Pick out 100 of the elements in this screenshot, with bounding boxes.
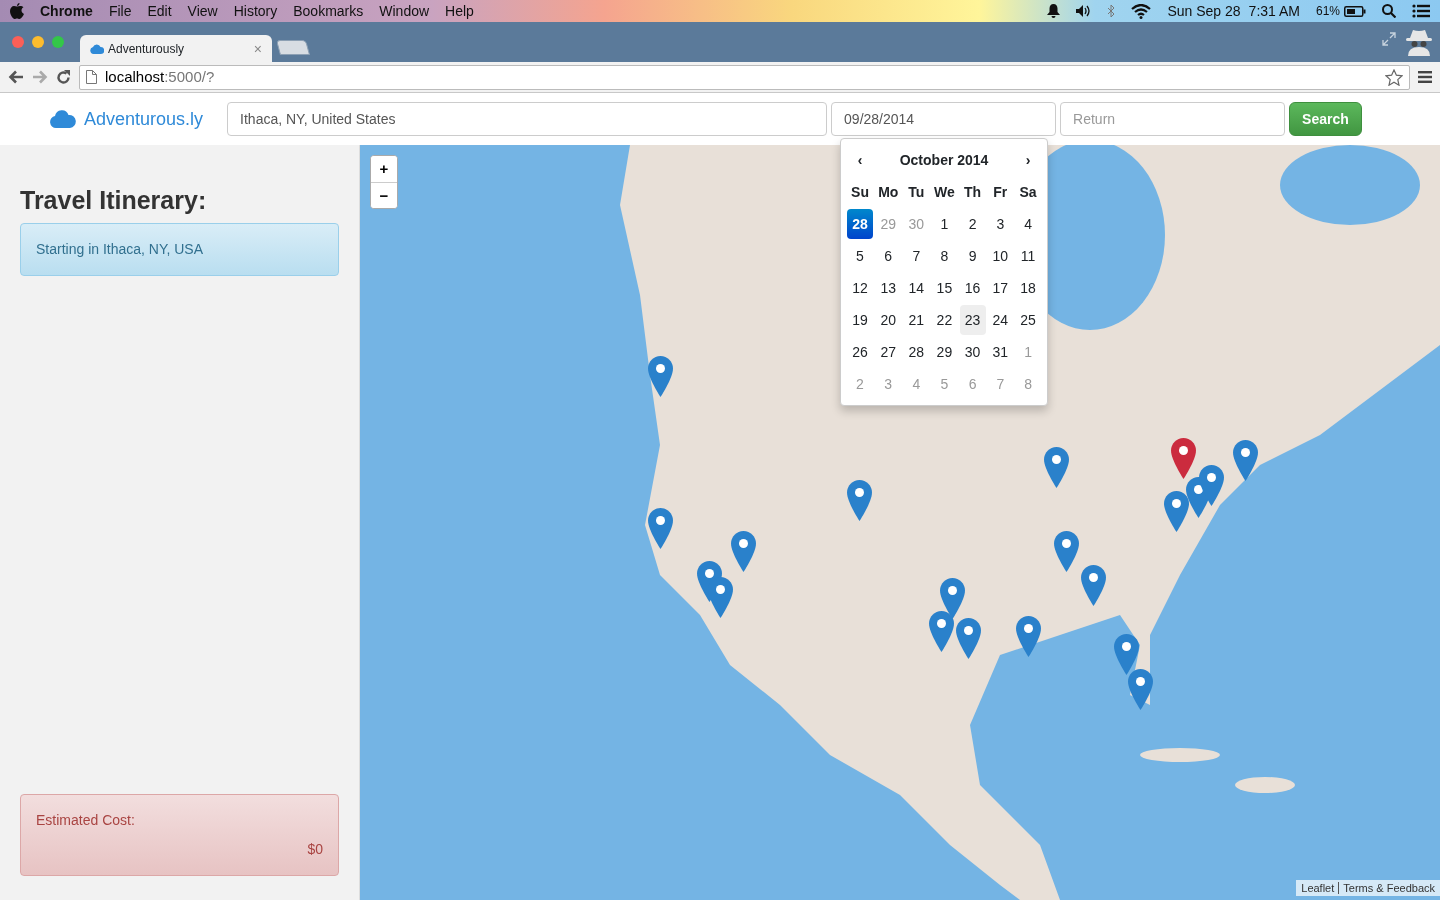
map-pin-icon[interactable]: [847, 480, 872, 521]
itinerary-item: Starting in Ithaca, NY, USA: [20, 223, 339, 276]
tab-title: Adventurously: [108, 40, 185, 58]
attribution-link[interactable]: Terms & Feedback: [1343, 879, 1435, 896]
calendar-day[interactable]: 26: [847, 337, 873, 367]
calendar-day[interactable]: 19: [847, 305, 873, 335]
calendar-day[interactable]: 27: [875, 337, 902, 367]
calendar-day[interactable]: 18: [1015, 273, 1041, 303]
month-title[interactable]: October 2014: [875, 145, 1014, 175]
calendar-day[interactable]: 31: [987, 337, 1014, 367]
weekday-label: We: [933, 182, 956, 202]
map-pin-icon[interactable]: [708, 577, 733, 618]
cloud-icon: [90, 43, 104, 54]
calendar-day[interactable]: 24: [987, 305, 1014, 335]
calendar-day[interactable]: 8: [931, 241, 958, 271]
back-icon[interactable]: [8, 70, 24, 84]
map-pin-icon[interactable]: [1044, 447, 1069, 488]
weekday-label: Fr: [992, 182, 1009, 202]
map-pin-icon[interactable]: [1199, 465, 1224, 506]
calendar-day[interactable]: 14: [903, 273, 930, 303]
weekday-label: Mo: [877, 182, 900, 202]
cost-label: Estimated Cost:: [36, 811, 136, 830]
calendar-day[interactable]: 5: [847, 241, 873, 271]
map-pin-icon[interactable]: [1233, 440, 1258, 481]
menu-item[interactable]: Edit: [147, 0, 172, 22]
calendar-day[interactable]: 3: [987, 209, 1014, 239]
map-pin-icon[interactable]: [1128, 669, 1153, 710]
calendar-day[interactable]: 25: [1015, 305, 1041, 335]
calendar-day[interactable]: 21: [903, 305, 930, 335]
address-bar[interactable]: localhost:5000/?: [79, 64, 1410, 90]
speaker-icon[interactable]: [1076, 5, 1092, 17]
menu-item[interactable]: Window: [379, 0, 430, 22]
battery-icon[interactable]: [1344, 5, 1366, 17]
calendar-day[interactable]: 2: [959, 209, 986, 239]
map-pin-icon[interactable]: [929, 611, 954, 652]
new-tab-button[interactable]: [276, 40, 310, 55]
attribution-link[interactable]: Leaflet: [1301, 879, 1335, 896]
origin-field[interactable]: Ithaca, NY, United States: [227, 102, 828, 136]
bluetooth-icon[interactable]: [1107, 4, 1116, 18]
calendar-day[interactable]: 22: [931, 305, 958, 335]
calendar-day[interactable]: 30: [959, 337, 986, 367]
calendar-day[interactable]: 12: [847, 273, 873, 303]
brand-link[interactable]: Adventurous.ly: [84, 105, 204, 133]
calendar-day[interactable]: 23: [959, 305, 986, 335]
bell-icon[interactable]: [1047, 4, 1061, 18]
time-text: 7:31 AM: [1248, 1, 1300, 21]
return-date-field[interactable]: Return: [1060, 102, 1286, 136]
menu-item[interactable]: History: [233, 0, 278, 22]
menu-item[interactable]: Help: [445, 0, 474, 22]
calendar-day[interactable]: 7: [903, 241, 930, 271]
calendar-day[interactable]: 17: [987, 273, 1014, 303]
calendar-day[interactable]: 28: [847, 209, 873, 239]
list-icon[interactable]: [1412, 4, 1430, 18]
calendar-day[interactable]: 1: [931, 209, 958, 239]
url-text: localhost:5000/?: [105, 66, 215, 87]
calendar-day[interactable]: 11: [1015, 241, 1041, 271]
map-pin-icon[interactable]: [1164, 491, 1189, 532]
reload-icon[interactable]: [56, 69, 71, 85]
calendar-day[interactable]: 4: [1015, 209, 1041, 239]
weekday-label: Sa: [1018, 182, 1038, 202]
map-pin-icon[interactable]: [1054, 531, 1079, 572]
next-month-button[interactable]: ›: [1015, 145, 1041, 175]
map-pin-icon[interactable]: [1016, 616, 1041, 657]
sidebar-title: Travel Itinerary:: [20, 185, 208, 215]
battery-percent: 61%: [1315, 3, 1340, 20]
star-icon[interactable]: [1385, 68, 1403, 86]
calendar-day[interactable]: 13: [875, 273, 902, 303]
calendar-day[interactable]: 28: [903, 337, 930, 367]
menu-item[interactable]: View: [187, 0, 218, 22]
map-pin-icon[interactable]: [648, 508, 673, 549]
menu-item[interactable]: File: [108, 0, 132, 22]
browser-tab[interactable]: Adventurously ×: [80, 35, 272, 62]
map-pin-icon[interactable]: [731, 531, 756, 572]
map-pin-icon[interactable]: [648, 356, 673, 397]
calendar-day[interactable]: 15: [931, 273, 958, 303]
calendar-day[interactable]: 10: [987, 241, 1014, 271]
menu-item[interactable]: Bookmarks: [293, 0, 364, 22]
forward-icon[interactable]: [32, 70, 48, 84]
map-pin-icon[interactable]: [1081, 565, 1106, 606]
wifi-icon[interactable]: [1131, 3, 1152, 19]
calendar-day[interactable]: 20: [875, 305, 902, 335]
cloud-icon: [50, 110, 76, 128]
search-icon[interactable]: [1382, 4, 1396, 18]
calendar-day[interactable]: 6: [875, 241, 902, 271]
prev-month-button[interactable]: ‹: [847, 145, 873, 175]
calendar-day[interactable]: 16: [959, 273, 986, 303]
minimize-window-button[interactable]: [32, 36, 44, 48]
map-pin-icon[interactable]: [1114, 634, 1139, 675]
zoom-out-button[interactable]: −: [371, 182, 397, 208]
calendar-day[interactable]: 9: [959, 241, 986, 271]
apple-icon[interactable]: [10, 3, 24, 19]
menu-icon[interactable]: [1418, 71, 1432, 83]
fullscreen-icon[interactable]: [1382, 32, 1396, 46]
map-pin-icon[interactable]: [956, 618, 981, 659]
app-menu[interactable]: Chrome: [40, 0, 93, 22]
map-pin-icon[interactable]: [1171, 438, 1196, 479]
depart-date-field[interactable]: 09/28/2014: [831, 102, 1057, 136]
calendar-day[interactable]: 29: [931, 337, 958, 367]
map-pin-icon[interactable]: [940, 578, 965, 619]
incognito-icon[interactable]: [1404, 28, 1434, 56]
